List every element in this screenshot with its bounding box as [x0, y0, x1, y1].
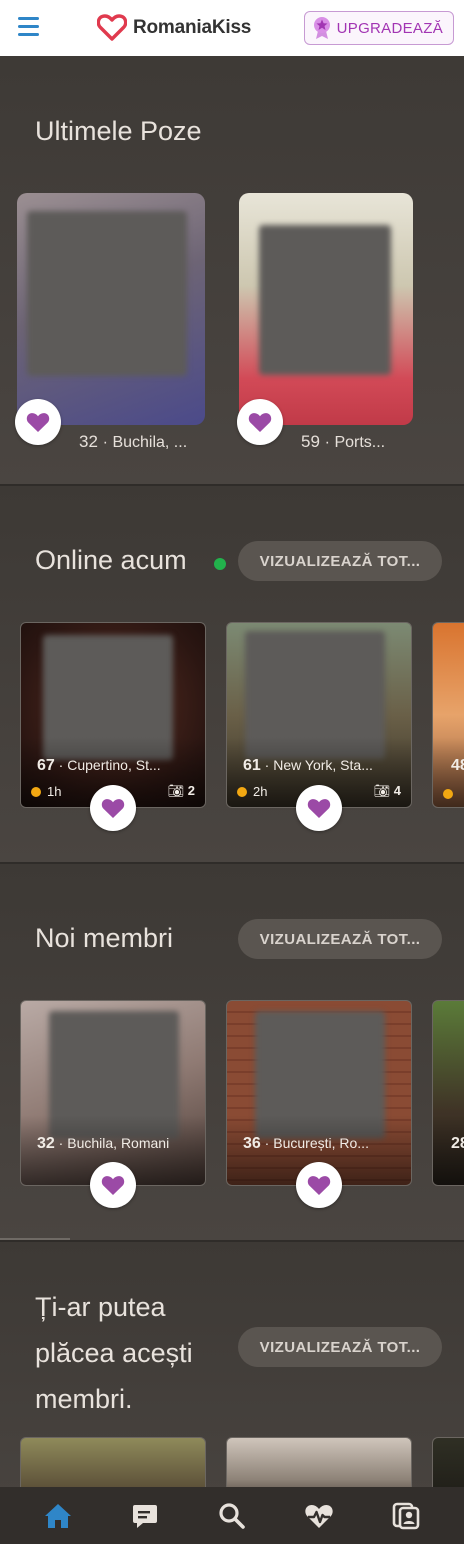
member-info: 61 · New York, Sta...	[243, 757, 373, 774]
nav-search[interactable]	[208, 1492, 256, 1540]
profile-cards-icon	[393, 1502, 420, 1529]
photo-caption: 32 · Buchila, ...	[79, 432, 188, 451]
online-indicator	[214, 558, 226, 570]
member-age: 32	[79, 432, 98, 451]
you-might-like-title: Ți-ar putea plăcea acești membri.	[35, 1292, 193, 1414]
member-location: Buchila, Romani	[67, 1135, 170, 1151]
member-location: New York, Sta...	[273, 757, 373, 773]
like-button[interactable]	[296, 785, 342, 831]
like-button[interactable]	[90, 785, 136, 831]
blurred-photo	[259, 225, 391, 375]
nav-profile-cards[interactable]	[382, 1492, 430, 1540]
heart-icon	[248, 412, 272, 432]
matches-icon	[305, 1504, 333, 1528]
member-card[interactable]: 67 · Cupertino, St... 1h 📷︎ 2	[20, 622, 206, 808]
member-info: 36 · București, Ro...	[243, 1135, 369, 1152]
member-location: Cupertino, St...	[67, 757, 161, 773]
new-members-section: Noi membri VIZUALIZEAZĂ TOT... 32 · Buch…	[0, 864, 464, 1240]
like-button[interactable]	[90, 1162, 136, 1208]
bottom-navigation	[0, 1487, 464, 1544]
heart-logo-icon	[97, 14, 127, 41]
member-card-partial[interactable]: 28	[432, 1000, 464, 1186]
latest-photos-title: Ultimele Poze	[35, 116, 202, 146]
member-age: 28	[451, 1135, 464, 1152]
online-now-section: Online acum VIZUALIZEAZĂ TOT... 67 · Cup…	[0, 486, 464, 862]
photo-caption: 59 · Ports...	[301, 432, 386, 451]
away-status-dot	[443, 789, 453, 799]
photo-count: 📷︎ 2	[167, 783, 195, 798]
last-seen: 2h	[237, 784, 267, 799]
member-age: 36	[243, 1135, 261, 1152]
member-card[interactable]: 61 · New York, Sta... 2h 📷︎ 4	[226, 622, 412, 808]
heart-icon	[307, 798, 331, 818]
like-button[interactable]	[15, 399, 61, 445]
member-age: 32	[37, 1135, 55, 1152]
online-now-title: Online acum	[35, 545, 187, 575]
member-card[interactable]: 36 · București, Ro...	[226, 1000, 412, 1186]
like-button[interactable]	[296, 1162, 342, 1208]
top-bar: RomaniaKiss UPGRADEAZĂ	[0, 0, 464, 56]
nav-messages[interactable]	[121, 1492, 169, 1540]
view-all-suggested-button[interactable]: VIZUALIZEAZĂ TOT...	[238, 1327, 442, 1367]
member-location: Ports...	[334, 434, 386, 451]
like-button[interactable]	[237, 399, 283, 445]
upgrade-button[interactable]: UPGRADEAZĂ	[303, 11, 454, 45]
latest-photo-card[interactable]	[239, 193, 413, 425]
view-all-online-button[interactable]: VIZUALIZEAZĂ TOT...	[238, 541, 442, 581]
member-location: București, Ro...	[273, 1135, 369, 1151]
member-age: 67	[37, 757, 55, 774]
nav-home[interactable]	[34, 1492, 82, 1540]
premium-badge-icon	[313, 17, 330, 39]
away-status-dot	[31, 787, 41, 798]
member-age: 59	[301, 432, 320, 451]
search-icon	[219, 1502, 245, 1529]
member-age: 48	[451, 757, 464, 774]
blurred-photo	[27, 211, 187, 376]
member-card-partial[interactable]: 48	[432, 622, 464, 808]
member-info: 32 · Buchila, Romani	[37, 1135, 170, 1152]
heart-icon	[307, 1175, 331, 1195]
new-members-title: Noi membri	[35, 923, 174, 953]
camera-icon: 📷︎	[167, 783, 185, 798]
heart-icon	[26, 412, 50, 432]
photo-count: 📷︎ 4	[373, 783, 401, 798]
upgrade-label: UPGRADEAZĂ	[336, 19, 443, 37]
member-location: Buchila, ...	[112, 434, 188, 451]
member-age: 61	[243, 757, 261, 774]
menu-icon[interactable]	[18, 17, 39, 37]
view-all-new-button[interactable]: VIZUALIZEAZĂ TOT...	[238, 919, 442, 959]
latest-photo-card[interactable]	[17, 193, 205, 425]
home-icon	[44, 1503, 71, 1528]
latest-photos-section: Ultimele Poze 32 · Buchila, ... 59 · Por…	[0, 56, 464, 484]
last-seen: 1h	[31, 784, 61, 799]
brand-logo[interactable]: RomaniaKiss	[97, 14, 251, 41]
member-info: 67 · Cupertino, St...	[37, 757, 161, 774]
nav-matches[interactable]	[295, 1492, 343, 1540]
heart-icon	[101, 1175, 125, 1195]
member-card[interactable]: 32 · Buchila, Romani	[20, 1000, 206, 1186]
camera-icon: 📷︎	[373, 783, 391, 798]
away-status-dot	[237, 787, 247, 798]
heart-icon	[101, 798, 125, 818]
messages-icon	[132, 1504, 157, 1528]
brand-name: RomaniaKiss	[133, 16, 252, 38]
